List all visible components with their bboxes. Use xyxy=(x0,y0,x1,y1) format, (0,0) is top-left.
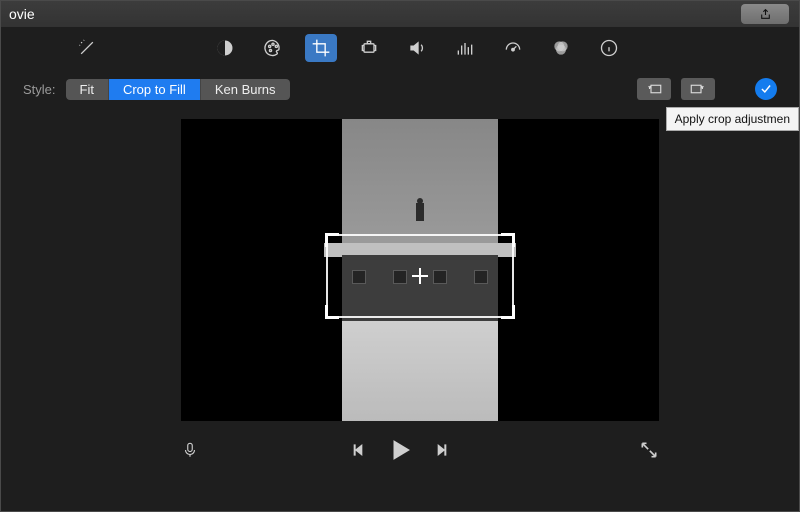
record-voiceover-button[interactable] xyxy=(181,439,199,464)
adjustments-toolbar xyxy=(1,27,799,69)
play-icon xyxy=(388,438,412,462)
stabilize-icon[interactable] xyxy=(353,34,385,62)
equalizer-icon[interactable] xyxy=(449,34,481,62)
crop-style-row: Style: Fit Crop to Fill Ken Burns Apply … xyxy=(1,69,799,109)
style-label: Style: xyxy=(23,82,56,97)
crop-handle-bl[interactable] xyxy=(325,305,339,319)
apply-crop-tooltip: Apply crop adjustmen xyxy=(666,107,799,131)
play-button[interactable] xyxy=(388,438,412,465)
speed-icon[interactable] xyxy=(497,34,529,62)
viewer[interactable] xyxy=(181,119,659,421)
rotate-ccw-icon xyxy=(645,82,663,96)
color-filter-icon[interactable] xyxy=(545,34,577,62)
rotate-ccw-button[interactable] xyxy=(637,78,671,100)
crop-frame[interactable] xyxy=(326,234,514,318)
skip-back-button[interactable] xyxy=(350,442,366,461)
wand-icon[interactable] xyxy=(71,34,103,62)
check-icon xyxy=(759,82,773,96)
crop-handle-tr[interactable] xyxy=(501,233,515,247)
skip-forward-icon xyxy=(434,442,450,458)
info-icon[interactable] xyxy=(593,34,625,62)
rotate-cw-button[interactable] xyxy=(681,78,715,100)
share-icon xyxy=(759,8,772,21)
style-option-ken-burns[interactable]: Ken Burns xyxy=(201,79,290,100)
apply-crop-button[interactable] xyxy=(755,78,777,100)
style-option-crop-to-fill[interactable]: Crop to Fill xyxy=(109,79,201,100)
color-balance-icon[interactable] xyxy=(209,34,241,62)
transport-bar xyxy=(1,431,799,471)
fullscreen-button[interactable] xyxy=(639,440,659,463)
skip-back-icon xyxy=(350,442,366,458)
rotate-cw-icon xyxy=(689,82,707,96)
volume-icon[interactable] xyxy=(401,34,433,62)
crop-handle-br[interactable] xyxy=(501,305,515,319)
window-title: ovie xyxy=(9,6,741,22)
crop-handle-tl[interactable] xyxy=(325,233,339,247)
mic-icon xyxy=(181,439,199,461)
crop-center-cross xyxy=(412,268,428,284)
style-option-fit[interactable]: Fit xyxy=(66,79,109,100)
color-palette-icon[interactable] xyxy=(257,34,289,62)
app-window: ovie xyxy=(0,0,800,512)
style-segmented: Fit Crop to Fill Ken Burns xyxy=(66,79,290,100)
titlebar[interactable]: ovie xyxy=(1,1,799,27)
share-button[interactable] xyxy=(741,4,789,24)
skip-forward-button[interactable] xyxy=(434,442,450,461)
fullscreen-icon xyxy=(639,440,659,460)
crop-icon[interactable] xyxy=(305,34,337,62)
